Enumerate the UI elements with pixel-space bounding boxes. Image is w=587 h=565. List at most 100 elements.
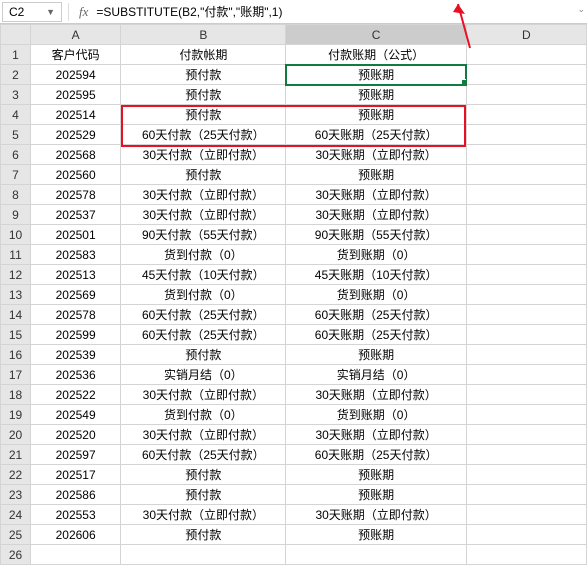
row-header[interactable]: 14 xyxy=(1,305,31,325)
row-header[interactable]: 10 xyxy=(1,225,31,245)
cell[interactable]: 客户代码 xyxy=(31,45,121,65)
chevron-down-icon[interactable]: ▼ xyxy=(46,7,55,17)
col-header-D[interactable]: D xyxy=(466,25,586,45)
cell[interactable]: 45天账期（10天付款） xyxy=(286,265,466,285)
cell[interactable]: 202539 xyxy=(31,345,121,365)
cell[interactable] xyxy=(466,525,586,545)
cell[interactable]: 60天账期（25天付款） xyxy=(286,325,466,345)
cell[interactable]: 202522 xyxy=(31,385,121,405)
row-header[interactable]: 1 xyxy=(1,45,31,65)
cell[interactable]: 202586 xyxy=(31,485,121,505)
cell[interactable] xyxy=(466,405,586,425)
name-box[interactable]: C2 ▼ xyxy=(2,2,62,22)
cell[interactable] xyxy=(466,225,586,245)
cell[interactable]: 202568 xyxy=(31,145,121,165)
cell[interactable]: 202569 xyxy=(31,285,121,305)
cell[interactable]: 货到付款（0） xyxy=(121,405,286,425)
cell[interactable] xyxy=(466,105,586,125)
cell[interactable] xyxy=(466,345,586,365)
cell[interactable] xyxy=(466,285,586,305)
cell[interactable]: 预付款 xyxy=(121,345,286,365)
row-header[interactable]: 4 xyxy=(1,105,31,125)
cell[interactable]: 实销月结（0） xyxy=(121,365,286,385)
cell[interactable] xyxy=(466,385,586,405)
cell[interactable]: 202560 xyxy=(31,165,121,185)
cell[interactable]: 货到账期（0） xyxy=(286,405,466,425)
cell[interactable]: 预账期 xyxy=(286,525,466,545)
cell[interactable] xyxy=(466,485,586,505)
cell[interactable] xyxy=(466,265,586,285)
cell[interactable] xyxy=(466,145,586,165)
row-header[interactable]: 24 xyxy=(1,505,31,525)
row-header[interactable]: 8 xyxy=(1,185,31,205)
cell[interactable] xyxy=(466,425,586,445)
cell[interactable]: 202514 xyxy=(31,105,121,125)
spreadsheet-grid[interactable]: A B C D 1客户代码付款帐期付款账期（公式）2202594预付款预账期32… xyxy=(0,24,587,565)
cell[interactable]: 60天付款（25天付款） xyxy=(121,125,286,145)
cell[interactable]: 202578 xyxy=(31,185,121,205)
cell[interactable]: 30天付款（立即付款） xyxy=(121,205,286,225)
cell[interactable]: 60天付款（25天付款） xyxy=(121,445,286,465)
cell[interactable] xyxy=(466,85,586,105)
row-header[interactable]: 21 xyxy=(1,445,31,465)
cell[interactable]: 202537 xyxy=(31,205,121,225)
cell[interactable]: 60天付款（25天付款） xyxy=(121,325,286,345)
cell[interactable]: 预付款 xyxy=(121,485,286,505)
expand-formula-bar-icon[interactable]: ⌄ xyxy=(577,4,585,15)
cell[interactable]: 货到付款（0） xyxy=(121,285,286,305)
cell[interactable] xyxy=(466,305,586,325)
row-header[interactable]: 3 xyxy=(1,85,31,105)
row-header[interactable]: 23 xyxy=(1,485,31,505)
cell[interactable]: 202578 xyxy=(31,305,121,325)
cell[interactable] xyxy=(466,45,586,65)
cell[interactable]: 30天账期（立即付款） xyxy=(286,385,466,405)
cell[interactable]: 202501 xyxy=(31,225,121,245)
row-header[interactable]: 18 xyxy=(1,385,31,405)
cell[interactable] xyxy=(286,545,466,565)
cell[interactable]: 付款账期（公式） xyxy=(286,45,466,65)
cell[interactable]: 30天账期（立即付款） xyxy=(286,425,466,445)
cell[interactable] xyxy=(466,185,586,205)
row-header[interactable]: 12 xyxy=(1,265,31,285)
cell[interactable] xyxy=(466,245,586,265)
cell[interactable]: 30天账期（立即付款） xyxy=(286,205,466,225)
cell[interactable]: 202597 xyxy=(31,445,121,465)
cell[interactable] xyxy=(466,365,586,385)
cell[interactable]: 202513 xyxy=(31,265,121,285)
row-header[interactable]: 11 xyxy=(1,245,31,265)
row-header[interactable]: 26 xyxy=(1,545,31,565)
select-all-corner[interactable] xyxy=(1,25,31,45)
cell[interactable]: 60天账期（25天付款） xyxy=(286,125,466,145)
cell[interactable]: 30天付款（立即付款） xyxy=(121,385,286,405)
cell[interactable] xyxy=(466,465,586,485)
cell[interactable]: 预账期 xyxy=(286,465,466,485)
formula-input[interactable] xyxy=(92,2,585,22)
cell[interactable]: 202595 xyxy=(31,85,121,105)
cell[interactable]: 货到付款（0） xyxy=(121,245,286,265)
cell[interactable] xyxy=(466,445,586,465)
cell[interactable]: 90天账期（55天付款） xyxy=(286,225,466,245)
cell[interactable] xyxy=(466,205,586,225)
row-header[interactable]: 17 xyxy=(1,365,31,385)
row-header[interactable]: 20 xyxy=(1,425,31,445)
cell[interactable]: 预付款 xyxy=(121,165,286,185)
cell[interactable]: 货到账期（0） xyxy=(286,285,466,305)
cell[interactable] xyxy=(466,545,586,565)
row-header[interactable]: 6 xyxy=(1,145,31,165)
row-header[interactable]: 22 xyxy=(1,465,31,485)
cell[interactable]: 预账期 xyxy=(286,345,466,365)
cell[interactable]: 202549 xyxy=(31,405,121,425)
row-header[interactable]: 15 xyxy=(1,325,31,345)
cell[interactable]: 30天付款（立即付款） xyxy=(121,145,286,165)
cell[interactable]: 付款帐期 xyxy=(121,45,286,65)
row-header[interactable]: 5 xyxy=(1,125,31,145)
row-header[interactable]: 16 xyxy=(1,345,31,365)
cell[interactable]: 预付款 xyxy=(121,105,286,125)
cell[interactable] xyxy=(466,165,586,185)
col-header-C[interactable]: C xyxy=(286,25,466,45)
cell[interactable]: 30天账期（立即付款） xyxy=(286,505,466,525)
col-header-A[interactable]: A xyxy=(31,25,121,45)
cell[interactable]: 30天付款（立即付款） xyxy=(121,425,286,445)
cell[interactable]: 202583 xyxy=(31,245,121,265)
cell[interactable]: 预付款 xyxy=(121,465,286,485)
